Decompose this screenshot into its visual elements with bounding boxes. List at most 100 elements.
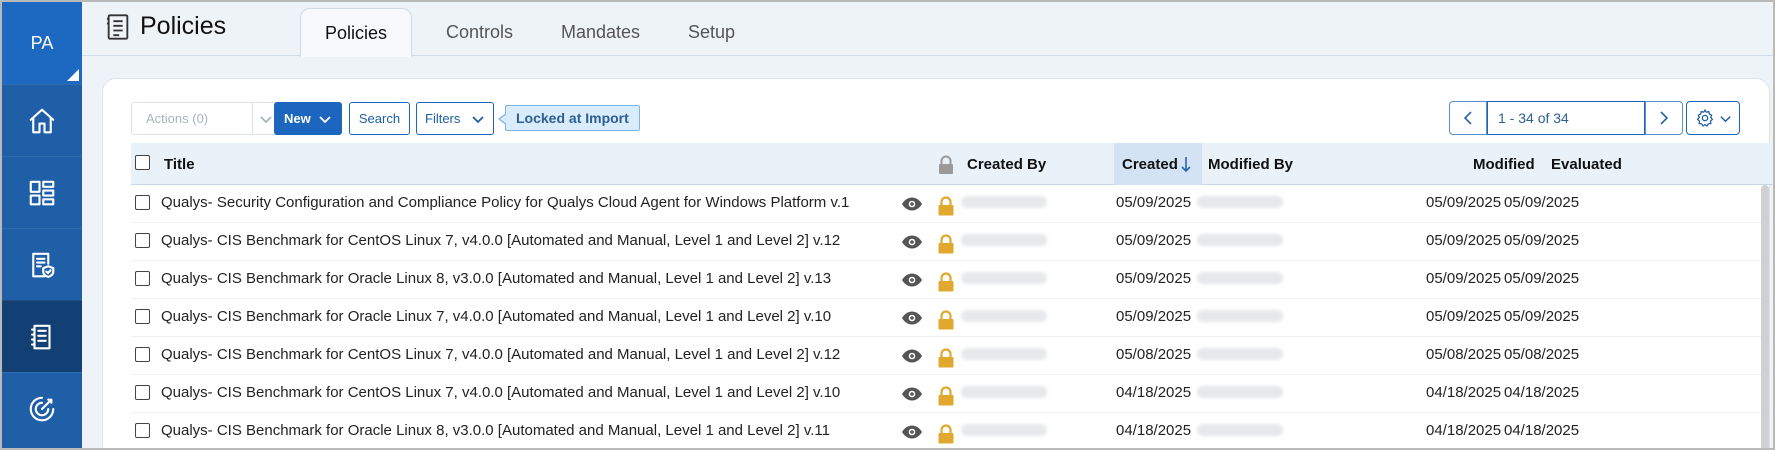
column-evaluated[interactable]: Evaluated [1551,143,1622,185]
row-modified: 05/09/2025 [1426,269,1502,287]
row-created: 05/09/2025 [1116,193,1192,211]
locked-lock-icon [937,303,955,337]
view-eye-icon[interactable] [901,263,923,297]
row-created: 05/09/2025 [1116,307,1192,325]
table-row[interactable]: Qualys- CIS Benchmark for Oracle Linux 8… [131,261,1773,299]
row-title[interactable]: Qualys- CIS Benchmark for Oracle Linux 7… [161,299,831,333]
filter-tag-label: Locked at Import [516,110,629,126]
new-label: New [284,111,311,126]
previous-page-button[interactable] [1449,101,1487,135]
tab-controls[interactable]: Controls [446,22,513,43]
tab-policies[interactable]: Policies [300,8,413,57]
expand-corner-icon [67,69,79,81]
column-created[interactable]: Created [1114,143,1202,185]
sidebar-item-dashboard[interactable] [2,156,82,228]
row-modified: 04/18/2025 [1426,383,1502,401]
modified-by-redacted [1197,348,1283,360]
row-checkbox[interactable] [135,423,150,438]
table-row[interactable]: Qualys- CIS Benchmark for Oracle Linux 7… [131,299,1773,337]
page-header: Policies Policies Controls Mandates Setu… [82,2,1773,57]
filters-button[interactable]: Filters [416,102,494,135]
search-button[interactable]: Search [349,102,410,135]
app-window: PA Policies Policies Controls Mandates S… [0,0,1775,450]
table-row[interactable]: Qualys- CIS Benchmark for CentOS Linux 7… [131,375,1773,413]
table-row[interactable]: Qualys- CIS Benchmark for Oracle Linux 8… [131,413,1773,448]
sidebar: PA [2,2,82,448]
row-evaluated: 05/09/2025 [1504,307,1580,325]
created-by-redacted [961,386,1047,398]
sidebar-item-compliance[interactable] [2,228,82,300]
active-filter-tag[interactable]: Locked at Import [498,105,640,131]
column-created-by[interactable]: Created By [967,143,1046,185]
modified-by-redacted [1197,272,1283,284]
user-menu[interactable]: PA [2,2,82,84]
sidebar-item-policies[interactable] [2,300,82,372]
row-checkbox[interactable] [135,233,150,248]
view-eye-icon[interactable] [901,339,923,373]
actions-dropdown[interactable]: Actions (0) [131,102,253,135]
locked-lock-icon [937,189,955,223]
tab-mandates[interactable]: Mandates [561,22,640,43]
home-icon [29,108,55,133]
policies-panel: Actions (0) New Search Filters Locked at… [102,78,1773,448]
column-title[interactable]: Title [164,143,195,185]
chevron-down-icon [472,115,484,123]
row-evaluated: 05/09/2025 [1504,269,1580,287]
row-created: 04/18/2025 [1116,383,1192,401]
column-created-label: Created [1122,155,1178,173]
column-modified[interactable]: Modified [1473,143,1535,185]
filters-label: Filters [425,111,461,126]
row-title[interactable]: Qualys- CIS Benchmark for CentOS Linux 7… [161,223,840,257]
tab-setup[interactable]: Setup [688,22,735,43]
table-row[interactable]: Qualys- Security Configuration and Compl… [131,185,1773,223]
locked-lock-icon [937,227,955,261]
row-title[interactable]: Qualys- CIS Benchmark for CentOS Linux 7… [161,375,840,409]
page-title-text: Policies [140,12,227,40]
locked-lock-icon [937,341,955,375]
sidebar-item-scan[interactable] [2,372,82,444]
vertical-scrollbar[interactable] [1761,185,1769,448]
modified-by-redacted [1197,386,1283,398]
next-page-button[interactable] [1645,101,1683,135]
table-header: Title Created By Created Modified By Mod… [131,143,1773,185]
row-title[interactable]: Qualys- CIS Benchmark for CentOS Linux 7… [161,337,840,371]
row-checkbox[interactable] [135,271,150,286]
row-title[interactable]: Qualys- Security Configuration and Compl… [161,185,849,219]
chevron-down-icon [319,115,331,123]
page-range-display[interactable]: 1 - 34 of 34 [1487,101,1645,135]
view-eye-icon[interactable] [901,415,923,448]
sidebar-item-home[interactable] [2,84,82,156]
column-modified-by[interactable]: Modified By [1208,143,1293,185]
row-checkbox[interactable] [135,385,150,400]
search-label: Search [358,111,401,126]
row-checkbox[interactable] [135,195,150,210]
view-eye-icon[interactable] [901,225,923,259]
row-title[interactable]: Qualys- CIS Benchmark for Oracle Linux 8… [161,413,830,447]
table-row[interactable]: Qualys- CIS Benchmark for CentOS Linux 7… [131,337,1773,375]
row-checkbox[interactable] [135,347,150,362]
view-eye-icon[interactable] [901,187,923,221]
row-evaluated: 04/18/2025 [1504,421,1580,439]
view-eye-icon[interactable] [901,377,923,411]
row-checkbox[interactable] [135,309,150,324]
table-settings-button[interactable] [1686,101,1740,135]
modified-by-redacted [1197,424,1283,436]
pagination: 1 - 34 of 34 [1449,101,1683,135]
dashboard-icon [29,180,55,205]
select-all-checkbox[interactable] [135,155,150,170]
locked-lock-icon [937,379,955,413]
row-created: 05/09/2025 [1116,269,1192,287]
row-modified: 05/09/2025 [1426,307,1502,325]
gear-icon [1696,108,1713,127]
row-evaluated: 05/09/2025 [1504,231,1580,249]
table-row[interactable]: Qualys- CIS Benchmark for CentOS Linux 7… [131,223,1773,261]
row-evaluated: 05/09/2025 [1504,193,1580,211]
new-button[interactable]: New [274,102,342,135]
created-by-redacted [961,310,1047,322]
row-modified: 04/18/2025 [1426,421,1502,439]
page-range-text: 1 - 34 of 34 [1498,110,1569,126]
row-title[interactable]: Qualys- CIS Benchmark for Oracle Linux 8… [161,261,831,295]
chevron-down-icon [259,115,272,123]
view-eye-icon[interactable] [901,301,923,335]
chevron-right-icon [1660,111,1669,125]
